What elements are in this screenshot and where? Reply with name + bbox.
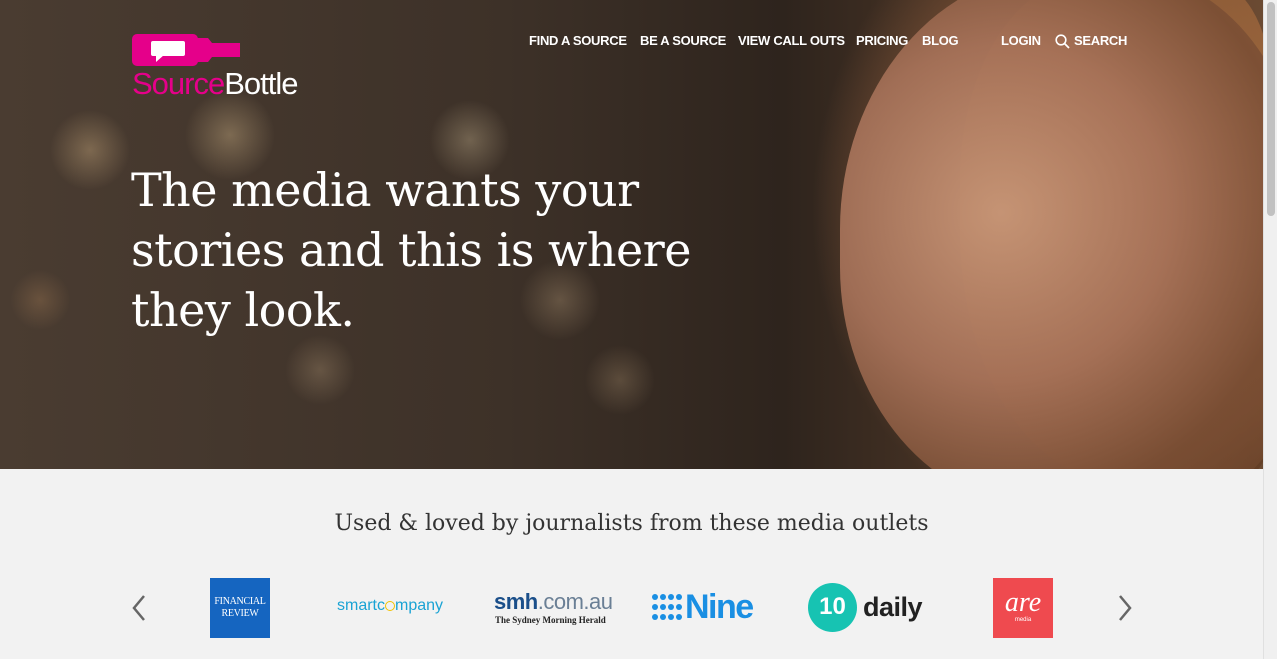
afr-line-1: FINANCIAL	[214, 596, 266, 607]
chevron-right-icon	[1119, 595, 1132, 621]
search-icon[interactable]	[1055, 34, 1070, 54]
nine-dots-icon	[652, 594, 682, 620]
nav-login[interactable]: LOGIN	[1001, 33, 1041, 48]
nav-blog[interactable]: BLOG	[922, 33, 959, 48]
smh-domain: .com.au	[537, 589, 613, 614]
outlet-logo-smartcompany[interactable]: smartc mpany	[337, 578, 459, 638]
sourcebottle-logo[interactable]: SourceBottle	[132, 32, 332, 102]
chevron-left-icon	[132, 595, 145, 621]
nav-view-call-outs[interactable]: VIEW CALL OUTS	[738, 33, 845, 48]
are-main: are	[1004, 587, 1042, 618]
are-sub: media	[1014, 617, 1032, 623]
outlet-logo-smh[interactable]: smh.com.au The Sydney Morning Herald	[494, 578, 616, 638]
outlet-logo-afr[interactable]: FINANCIAL REVIEW	[210, 578, 270, 638]
page-scrollbar[interactable]	[1263, 0, 1277, 659]
logo-wordmark: SourceBottle	[132, 66, 299, 102]
bottle-icon	[132, 34, 240, 66]
outlet-logo-are-media[interactable]: are media	[993, 578, 1053, 638]
nav-search[interactable]: SEARCH	[1074, 33, 1127, 48]
hero-image-face	[840, 0, 1263, 469]
nav-be-a-source[interactable]: BE A SOURCE	[640, 33, 726, 48]
smh-main: smh	[494, 589, 538, 614]
smartcompany-text-b: mpany	[395, 597, 444, 614]
carousel-prev-button[interactable]	[130, 594, 148, 622]
hero-headline-line-2: stories and this is where	[131, 223, 691, 277]
lightbulb-icon	[385, 601, 395, 611]
hero-banner: SourceBottle FIND A SOURCE BE A SOURCE V…	[0, 0, 1263, 469]
ten-circle: 10	[808, 583, 857, 632]
hero-headline-line-1: The media wants your	[131, 163, 639, 217]
hero-headline: The media wants your stories and this is…	[131, 160, 751, 340]
nav-find-a-source[interactable]: FIND A SOURCE	[529, 33, 627, 48]
smartcompany-text-a: smartc	[337, 597, 385, 614]
nine-wordmark: Nine	[685, 588, 754, 626]
smh-subtitle: The Sydney Morning Herald	[495, 615, 606, 625]
ten-word: daily	[863, 592, 923, 622]
outlet-logo-nine[interactable]: Nine	[651, 578, 771, 638]
outlet-logo-10daily[interactable]: 10 daily	[807, 578, 929, 638]
afr-line-2: REVIEW	[221, 608, 259, 619]
hero-headline-line-3: they look.	[131, 283, 355, 337]
ten-number: 10	[819, 593, 846, 620]
scrollbar-thumb[interactable]	[1267, 2, 1275, 216]
logo-word-source: Source	[132, 66, 225, 101]
logo-word-bottle: Bottle	[224, 66, 298, 101]
carousel-next-button[interactable]	[1116, 594, 1134, 622]
nav-pricing[interactable]: PRICING	[856, 33, 908, 48]
outlets-heading: Used & loved by journalists from these m…	[334, 511, 929, 536]
